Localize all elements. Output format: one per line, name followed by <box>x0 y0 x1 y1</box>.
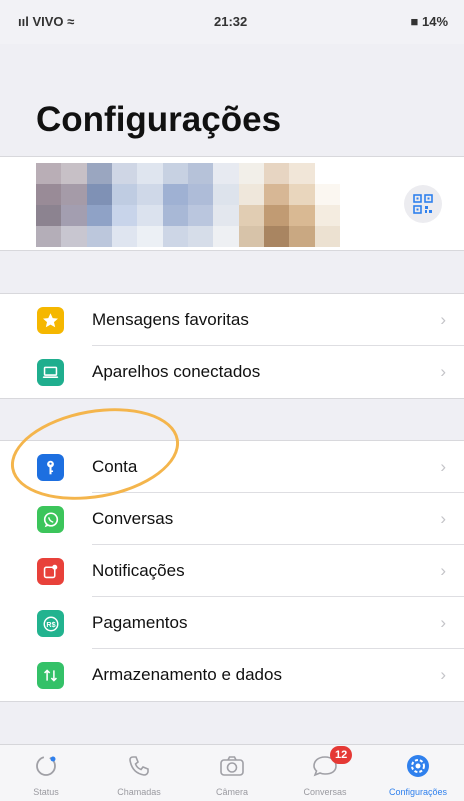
row-label: Conversas <box>92 509 174 528</box>
tab-bar: Status Chamadas Câmera 12 Conversas Conf… <box>0 744 464 801</box>
qr-code-icon <box>413 194 433 214</box>
row-label: Pagamentos <box>92 613 188 632</box>
tab-conversas[interactable]: 12 Conversas <box>279 745 371 801</box>
row-pagamentos[interactable]: R$ Pagamentos › <box>0 597 464 649</box>
tab-label: Status <box>33 787 59 797</box>
chevron-right-icon: › <box>440 362 446 381</box>
arrows-updown-icon <box>37 662 64 689</box>
notification-icon <box>37 558 64 585</box>
chevron-right-icon: › <box>440 665 446 684</box>
clock-text: 21:32 <box>214 14 248 29</box>
tab-status[interactable]: Status <box>0 745 92 801</box>
row-armazenamento-e-dados[interactable]: Armazenamento e dados › <box>0 649 464 701</box>
profile-card[interactable] <box>0 156 464 251</box>
tab-label: Configurações <box>388 787 448 797</box>
chevron-right-icon: › <box>440 613 446 632</box>
row-label: Notificações <box>92 561 185 580</box>
blurred-profile-image <box>36 163 340 247</box>
row-notificacoes[interactable]: Notificações › <box>0 545 464 597</box>
battery-text: ■ 14% <box>410 14 448 29</box>
chevron-right-icon: › <box>440 310 446 329</box>
page-title: Configurações <box>36 100 282 139</box>
rs-icon: R$ <box>37 610 64 637</box>
settings-group-favorites: Mensagens favoritas › Aparelhos conectad… <box>0 293 464 399</box>
svg-text:R$: R$ <box>46 619 55 628</box>
key-icon <box>37 454 64 481</box>
whatsapp-icon <box>37 506 64 533</box>
unread-badge: 12 <box>330 746 353 764</box>
laptop-icon <box>37 359 64 386</box>
row-mensagens-favoritas[interactable]: Mensagens favoritas › <box>0 294 464 346</box>
row-label: Aparelhos conectados <box>92 362 261 381</box>
tab-label: Chamadas <box>117 787 161 797</box>
tab-configuracoes[interactable]: Configurações <box>372 745 464 801</box>
chevron-right-icon: › <box>440 509 446 528</box>
row-label: Conta <box>92 457 138 476</box>
tab-label: Câmera <box>215 787 248 797</box>
row-label: Armazenamento e dados <box>92 665 282 684</box>
row-label: Mensagens favoritas <box>92 310 249 329</box>
chevron-right-icon: › <box>440 457 446 476</box>
row-conversas[interactable]: Conversas › <box>0 493 464 545</box>
phone-icon <box>129 756 149 776</box>
camera-icon <box>220 756 244 776</box>
status-icon <box>36 756 56 776</box>
qr-code-button[interactable] <box>404 185 442 223</box>
settings-group-main: Conta › Conversas › Notificações › R$ Pa… <box>0 440 464 702</box>
carrier-text: ııl VIVO ≈ <box>18 14 75 29</box>
tab-camera[interactable]: Câmera <box>186 745 278 801</box>
status-bar: ııl VIVO ≈ 21:32 ■ 14% <box>0 0 464 44</box>
star-icon <box>37 307 64 334</box>
settings-icon <box>407 755 429 777</box>
chevron-right-icon: › <box>440 561 446 580</box>
tab-label: Conversas <box>303 787 347 797</box>
row-conta[interactable]: Conta › <box>0 441 464 493</box>
tab-chamadas[interactable]: Chamadas <box>93 745 185 801</box>
row-aparelhos-conectados[interactable]: Aparelhos conectados › <box>0 346 464 398</box>
